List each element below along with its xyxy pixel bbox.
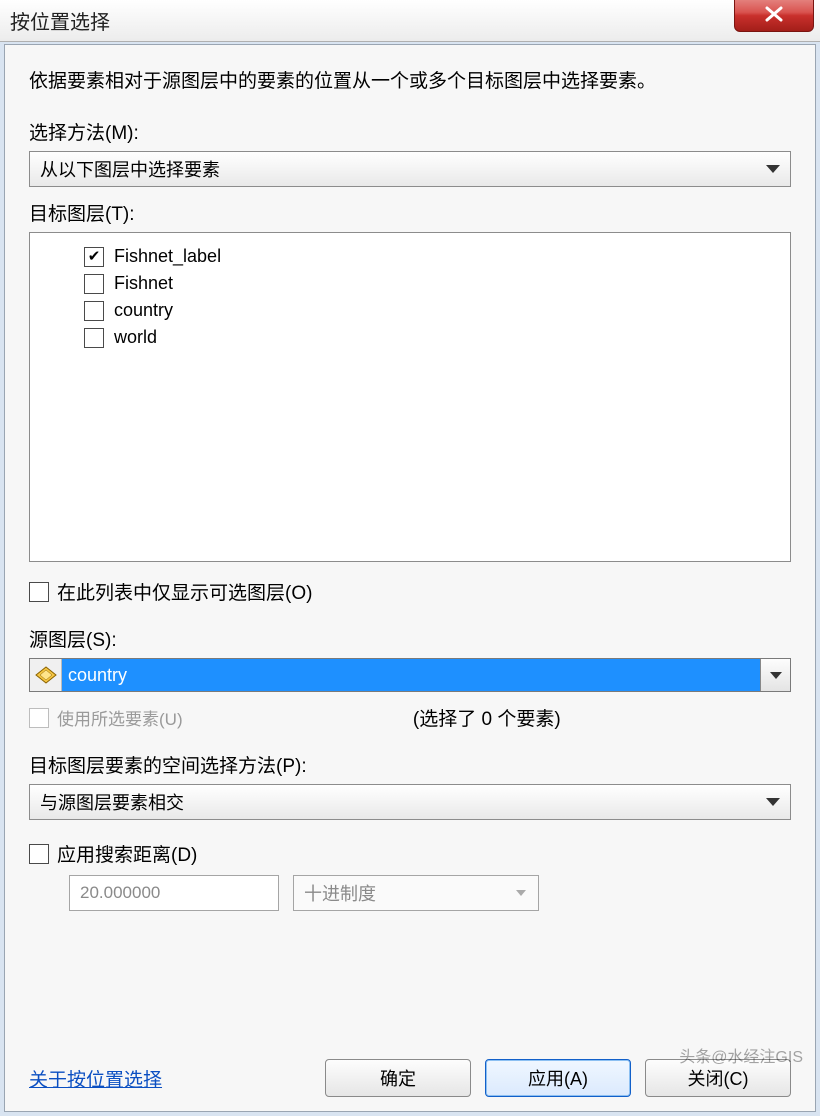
distance-unit-select[interactable]: 十进制度 (293, 875, 539, 911)
layer-name: Fishnet_label (114, 246, 221, 267)
only-selectable-checkbox[interactable] (29, 582, 49, 602)
footer: 关于按位置选择 确定 应用(A) 关闭(C) (29, 1059, 791, 1097)
spatial-method-select[interactable]: 与源图层要素相交 (29, 784, 791, 820)
distance-value: 20.000000 (80, 883, 160, 903)
method-select[interactable]: 从以下图层中选择要素 (29, 151, 791, 187)
close-button[interactable] (734, 0, 814, 32)
layer-name: world (114, 327, 157, 348)
target-layers-list[interactable]: Fishnet_label Fishnet country world (29, 232, 791, 562)
apply-button-label: 应用(A) (528, 1065, 588, 1091)
target-layers-label: 目标图层(T): (29, 199, 791, 226)
layer-checkbox[interactable] (84, 301, 104, 321)
source-layer-dropdown-button[interactable] (760, 659, 790, 691)
source-layer-label: 源图层(S): (29, 625, 791, 652)
source-layer-value: country (62, 659, 760, 691)
layer-checkbox[interactable] (84, 274, 104, 294)
ok-button[interactable]: 确定 (325, 1059, 471, 1097)
selected-count-text: (选择了 0 个要素) (183, 704, 791, 731)
use-selected-row: 使用所选要素(U) (选择了 0 个要素) (29, 704, 791, 731)
distance-row: 20.000000 十进制度 (29, 875, 791, 911)
layer-row[interactable]: Fishnet_label (42, 243, 778, 270)
spatial-method-value: 与源图层要素相交 (40, 789, 184, 815)
method-select-value: 从以下图层中选择要素 (40, 156, 220, 182)
layer-checkbox[interactable] (84, 247, 104, 267)
dialog-window: 按位置选择 依据要素相对于源图层中的要素的位置从一个或多个目标图层中选择要素。 … (0, 0, 820, 1116)
spatial-method-label: 目标图层要素的空间选择方法(P): (29, 751, 791, 778)
use-selected-checkbox (29, 708, 49, 728)
polygon-layer-icon (35, 666, 57, 684)
apply-distance-checkbox[interactable] (29, 844, 49, 864)
layer-name: Fishnet (114, 273, 173, 294)
layer-row[interactable]: world (42, 324, 778, 351)
layer-icon-slot (30, 659, 62, 691)
titlebar: 按位置选择 (0, 0, 820, 42)
intro-text: 依据要素相对于源图层中的要素的位置从一个或多个目标图层中选择要素。 (29, 67, 791, 96)
window-title: 按位置选择 (10, 6, 110, 35)
apply-button[interactable]: 应用(A) (485, 1059, 631, 1097)
chevron-down-icon (770, 672, 782, 679)
client-area: 依据要素相对于源图层中的要素的位置从一个或多个目标图层中选择要素。 选择方法(M… (4, 44, 816, 1112)
only-selectable-row: 在此列表中仅显示可选图层(O) (29, 578, 791, 605)
only-selectable-label: 在此列表中仅显示可选图层(O) (57, 578, 312, 605)
layer-row[interactable]: Fishnet (42, 270, 778, 297)
use-selected-label: 使用所选要素(U) (57, 705, 183, 730)
chevron-down-icon (766, 165, 780, 173)
chevron-down-icon (516, 890, 526, 896)
layer-row[interactable]: country (42, 297, 778, 324)
apply-distance-label: 应用搜索距离(D) (57, 840, 197, 867)
use-selected-group: 使用所选要素(U) (29, 705, 183, 730)
distance-unit-value: 十进制度 (304, 880, 376, 906)
layer-checkbox[interactable] (84, 328, 104, 348)
chevron-down-icon (766, 798, 780, 806)
source-layer-select[interactable]: country (29, 658, 791, 692)
help-link[interactable]: 关于按位置选择 (29, 1065, 162, 1092)
close-dialog-button[interactable]: 关闭(C) (645, 1059, 791, 1097)
layer-name: country (114, 300, 173, 321)
apply-distance-row: 应用搜索距离(D) (29, 840, 791, 867)
close-button-label: 关闭(C) (688, 1065, 749, 1091)
ok-button-label: 确定 (380, 1065, 416, 1091)
close-icon (764, 6, 784, 22)
method-label: 选择方法(M): (29, 118, 791, 145)
distance-input[interactable]: 20.000000 (69, 875, 279, 911)
